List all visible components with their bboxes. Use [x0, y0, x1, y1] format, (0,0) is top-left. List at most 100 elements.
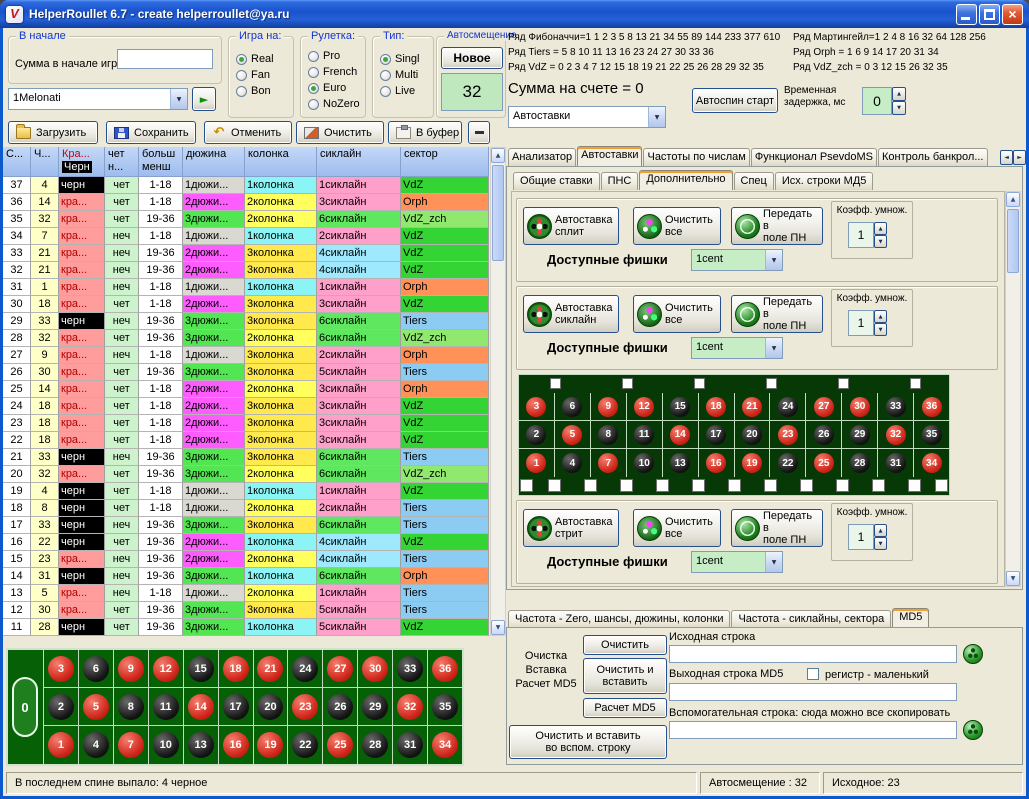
- title-bar[interactable]: V HelperRoullet 6.7 - create helperroull…: [0, 0, 1029, 28]
- board-cell-21[interactable]: 21: [735, 393, 771, 421]
- board-cell-17[interactable]: 17: [699, 421, 735, 449]
- dropdown-arrow-icon[interactable]: ▼: [648, 107, 665, 127]
- autobet-street-button[interactable]: Автоставка стрит: [523, 509, 619, 547]
- board-cell-20[interactable]: 20: [735, 421, 771, 449]
- board-cell-34[interactable]: 34: [428, 726, 462, 764]
- column-header-6[interactable]: колонка: [245, 147, 317, 177]
- board-cell-32[interactable]: 32: [393, 688, 428, 726]
- close-button[interactable]: ×: [1002, 4, 1023, 25]
- spin-up-icon[interactable]: ▲: [892, 87, 906, 101]
- new-button[interactable]: Новое: [441, 47, 503, 69]
- clear-all-button[interactable]: Очистить все: [633, 207, 721, 245]
- save-button[interactable]: Сохранить: [106, 121, 196, 144]
- tab-Анализатор[interactable]: Анализатор: [508, 148, 576, 166]
- board-cell-14[interactable]: 14: [184, 688, 219, 726]
- board-cell-34[interactable]: 34: [914, 449, 949, 477]
- board-cell-29[interactable]: 29: [358, 688, 393, 726]
- board-cell-30[interactable]: 30: [842, 393, 878, 421]
- board-cell-23[interactable]: 23: [770, 421, 806, 449]
- helper-string-input[interactable]: [669, 721, 957, 739]
- clear-all-button[interactable]: Очистить все: [633, 295, 721, 333]
- board-cell-30[interactable]: 30: [358, 650, 393, 688]
- bet-checkbox-bottom-7[interactable]: [764, 479, 777, 492]
- history-row[interactable]: 2133черннеч19-363дюжи...3колонка6сиклайн…: [3, 449, 490, 466]
- source-string-input[interactable]: [669, 645, 957, 663]
- board-cell-5[interactable]: 5: [555, 421, 591, 449]
- bet-checkbox-bottom-2[interactable]: [584, 479, 597, 492]
- tab-Дополнительно[interactable]: Дополнительно: [639, 170, 732, 190]
- history-row[interactable]: 279кра...неч1-181дюжи...3колонка2сиклайн…: [3, 347, 490, 364]
- history-row[interactable]: 2032кра...чет19-363дюжи...2колонка6сикла…: [3, 466, 490, 483]
- dropdown-arrow-icon[interactable]: ▼: [765, 338, 782, 358]
- board-cell-2[interactable]: 2: [519, 421, 555, 449]
- bet-checkbox-bottom-1[interactable]: [548, 479, 561, 492]
- history-row[interactable]: 2318кра...чет1-182дюжи...3колонка3сиклай…: [3, 415, 490, 432]
- bet-checkbox-top-5[interactable]: [910, 378, 921, 389]
- board-cell-19[interactable]: 19: [735, 449, 771, 477]
- column-header-2[interactable]: Кра...Черн: [59, 147, 105, 177]
- board-cell-31[interactable]: 31: [878, 449, 914, 477]
- load-button[interactable]: Загрузить: [8, 121, 98, 144]
- tab-Частота - сиклайны, сектора[interactable]: Частота - сиклайны, сектора: [731, 610, 891, 628]
- md5-helper-sphere-icon[interactable]: [963, 720, 983, 740]
- history-row[interactable]: 2218кра...чет1-182дюжи...3колонка3сиклай…: [3, 432, 490, 449]
- history-row[interactable]: 3321кра...неч19-362дюжи...3колонка4сикла…: [3, 245, 490, 262]
- md5-clear-button[interactable]: Очистить: [583, 635, 667, 655]
- output-string-input[interactable]: [669, 683, 957, 701]
- bet-checkbox-top-2[interactable]: [694, 378, 705, 389]
- board-cell-23[interactable]: 23: [288, 688, 323, 726]
- radio-option-Live[interactable]: Live: [375, 83, 431, 99]
- tab-Функционал PsevdoMS[interactable]: Функционал PsevdoMS: [751, 148, 877, 166]
- board-cell-4[interactable]: 4: [555, 449, 591, 477]
- history-row[interactable]: 2832кра...чет19-363дюжи...2колонка6сикла…: [3, 330, 490, 347]
- board-cell-21[interactable]: 21: [254, 650, 289, 688]
- start-sum-input[interactable]: [117, 49, 213, 69]
- md5-source-sphere-icon[interactable]: [963, 644, 983, 664]
- board-cell-24[interactable]: 24: [288, 650, 323, 688]
- history-row[interactable]: 188чернчет1-181дюжи...2колонка2сиклайнTi…: [3, 500, 490, 517]
- dropdown-arrow-icon[interactable]: ▼: [765, 250, 782, 270]
- board-cell-8[interactable]: 8: [591, 421, 627, 449]
- radio-option-Bon[interactable]: Bon: [231, 83, 291, 99]
- bet-checkbox-bottom-0[interactable]: [520, 479, 533, 492]
- autobet-split-button[interactable]: Автоставка сплит: [523, 207, 619, 245]
- minimize-button[interactable]: [956, 4, 977, 25]
- scroll-down-icon[interactable]: ▼: [491, 620, 505, 635]
- board-cell-6[interactable]: 6: [79, 650, 114, 688]
- board-cell-26[interactable]: 26: [806, 421, 842, 449]
- board-cell-18[interactable]: 18: [219, 650, 254, 688]
- board-cell-10[interactable]: 10: [627, 449, 663, 477]
- column-header-8[interactable]: сектор: [401, 147, 489, 177]
- scroll-up-icon[interactable]: ▲: [491, 148, 505, 163]
- bet-checkbox-bottom-11[interactable]: [908, 479, 921, 492]
- board-cell-6[interactable]: 6: [555, 393, 591, 421]
- scrollbar-thumb[interactable]: [1007, 209, 1019, 273]
- spin-down-icon[interactable]: ▼: [874, 537, 887, 550]
- board-cell-27[interactable]: 27: [806, 393, 842, 421]
- board-cell-29[interactable]: 29: [842, 421, 878, 449]
- history-row[interactable]: 311кра...неч1-181дюжи...1колонка1сиклайн…: [3, 279, 490, 296]
- board-cell-9[interactable]: 9: [114, 650, 149, 688]
- board-cell-15[interactable]: 15: [184, 650, 219, 688]
- bet-checkbox-bottom-3[interactable]: [620, 479, 633, 492]
- history-row[interactable]: 3532кра...чет19-363дюжи...2колонка6сикла…: [3, 211, 490, 228]
- chips-combo[interactable]: 1cent▼: [691, 249, 783, 271]
- board-cell-26[interactable]: 26: [323, 688, 358, 726]
- bet-checkbox-bottom-12[interactable]: [935, 479, 948, 492]
- board-cell-12[interactable]: 12: [627, 393, 663, 421]
- board-cell-7[interactable]: 7: [591, 449, 627, 477]
- history-row[interactable]: 374чернчет1-181дюжи...1колонка1сиклайнVd…: [3, 177, 490, 194]
- board-cell-28[interactable]: 28: [842, 449, 878, 477]
- board-cell-3[interactable]: 3: [44, 650, 79, 688]
- column-header-7[interactable]: сиклайн: [317, 147, 401, 177]
- history-row[interactable]: 2418кра...чет1-182дюжи...3колонка3сиклай…: [3, 398, 490, 415]
- board-cell-35[interactable]: 35: [428, 688, 462, 726]
- history-row[interactable]: 347кра...неч1-181дюжи...1колонка2сиклайн…: [3, 228, 490, 245]
- history-row[interactable]: 194чернчет1-181дюжи...1колонка1сиклайнVd…: [3, 483, 490, 500]
- history-row[interactable]: 1128чернчет19-363дюжи...1колонка5сиклайн…: [3, 619, 490, 636]
- radio-option-Pro[interactable]: Pro: [303, 48, 363, 64]
- tab-MD5[interactable]: MD5: [892, 608, 929, 628]
- play-button[interactable]: ►: [192, 87, 216, 111]
- board-cell-9[interactable]: 9: [591, 393, 627, 421]
- board-cell-11[interactable]: 11: [627, 421, 663, 449]
